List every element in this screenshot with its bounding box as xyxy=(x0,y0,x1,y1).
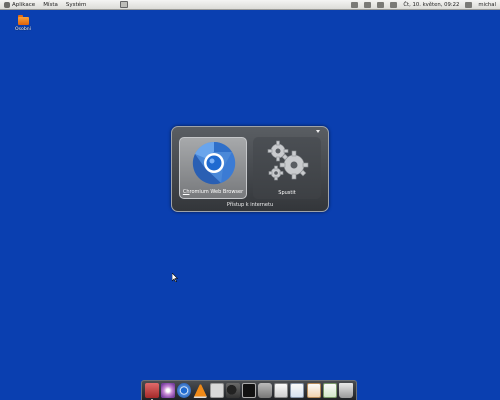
panel-menu: Aplikace Místa Systém xyxy=(0,0,129,10)
mail-icon[interactable] xyxy=(390,2,398,8)
launcher-item-run[interactable]: Spustit xyxy=(253,137,321,199)
menu-applications[interactable]: Aplikace xyxy=(0,0,39,10)
display-icon[interactable] xyxy=(351,2,359,8)
menu-places-label: Místa xyxy=(43,1,58,8)
menu-system-label: Systém xyxy=(65,1,87,8)
menu-applications-label: Aplikace xyxy=(12,1,36,8)
terminal-icon[interactable] xyxy=(241,383,256,398)
trash-icon[interactable] xyxy=(338,383,353,398)
menu-places[interactable]: Místa xyxy=(39,0,62,10)
document-icon[interactable] xyxy=(209,383,224,398)
menu-system[interactable]: Systém xyxy=(62,0,91,10)
presentation-icon[interactable] xyxy=(306,383,321,398)
text-editor-icon[interactable] xyxy=(274,383,289,398)
show-desktop-icon[interactable] xyxy=(120,1,129,8)
mouse-cursor-icon xyxy=(172,273,178,282)
bird-icon[interactable] xyxy=(225,383,240,398)
folder-icon xyxy=(17,15,29,25)
dock xyxy=(141,380,357,400)
desktop-icon-home[interactable]: Osobní xyxy=(11,15,35,32)
drive-icon[interactable] xyxy=(258,383,273,398)
flower-icon[interactable] xyxy=(161,383,176,398)
user-icon xyxy=(465,2,473,8)
launcher-category: Přístup k internetu xyxy=(226,202,274,208)
launcher-menu-arrow-icon[interactable] xyxy=(316,130,320,133)
chromium-icon xyxy=(192,141,236,185)
panel-clock[interactable]: Čt, 10. květen, 09:22 xyxy=(403,2,459,8)
launcher-item-chromium[interactable]: Chromium Web Browser xyxy=(179,137,247,199)
calc-icon[interactable] xyxy=(322,383,337,398)
chromium-icon[interactable] xyxy=(177,383,192,398)
vlc-icon[interactable] xyxy=(193,383,208,398)
gnome-foot-icon xyxy=(4,1,10,8)
writer-icon[interactable] xyxy=(290,383,305,398)
panel-user[interactable]: michal xyxy=(478,2,496,8)
volume-icon[interactable] xyxy=(377,2,385,8)
gears-icon xyxy=(267,140,309,181)
desktop-icon-label: Osobní xyxy=(15,27,31,32)
system-tray: Čt, 10. květen, 09:22 michal xyxy=(351,0,496,10)
application-launcher: Chromium Web Browser Spustit Přístup k i… xyxy=(171,126,329,212)
network-icon[interactable] xyxy=(364,2,372,8)
launcher-item-label: Chromium Web Browser xyxy=(182,189,244,195)
launcher-item-label: Spustit xyxy=(278,190,296,196)
gift-icon[interactable] xyxy=(145,383,159,400)
top-panel: Aplikace Místa Systém Čt, 10. květen, 09… xyxy=(0,0,500,10)
